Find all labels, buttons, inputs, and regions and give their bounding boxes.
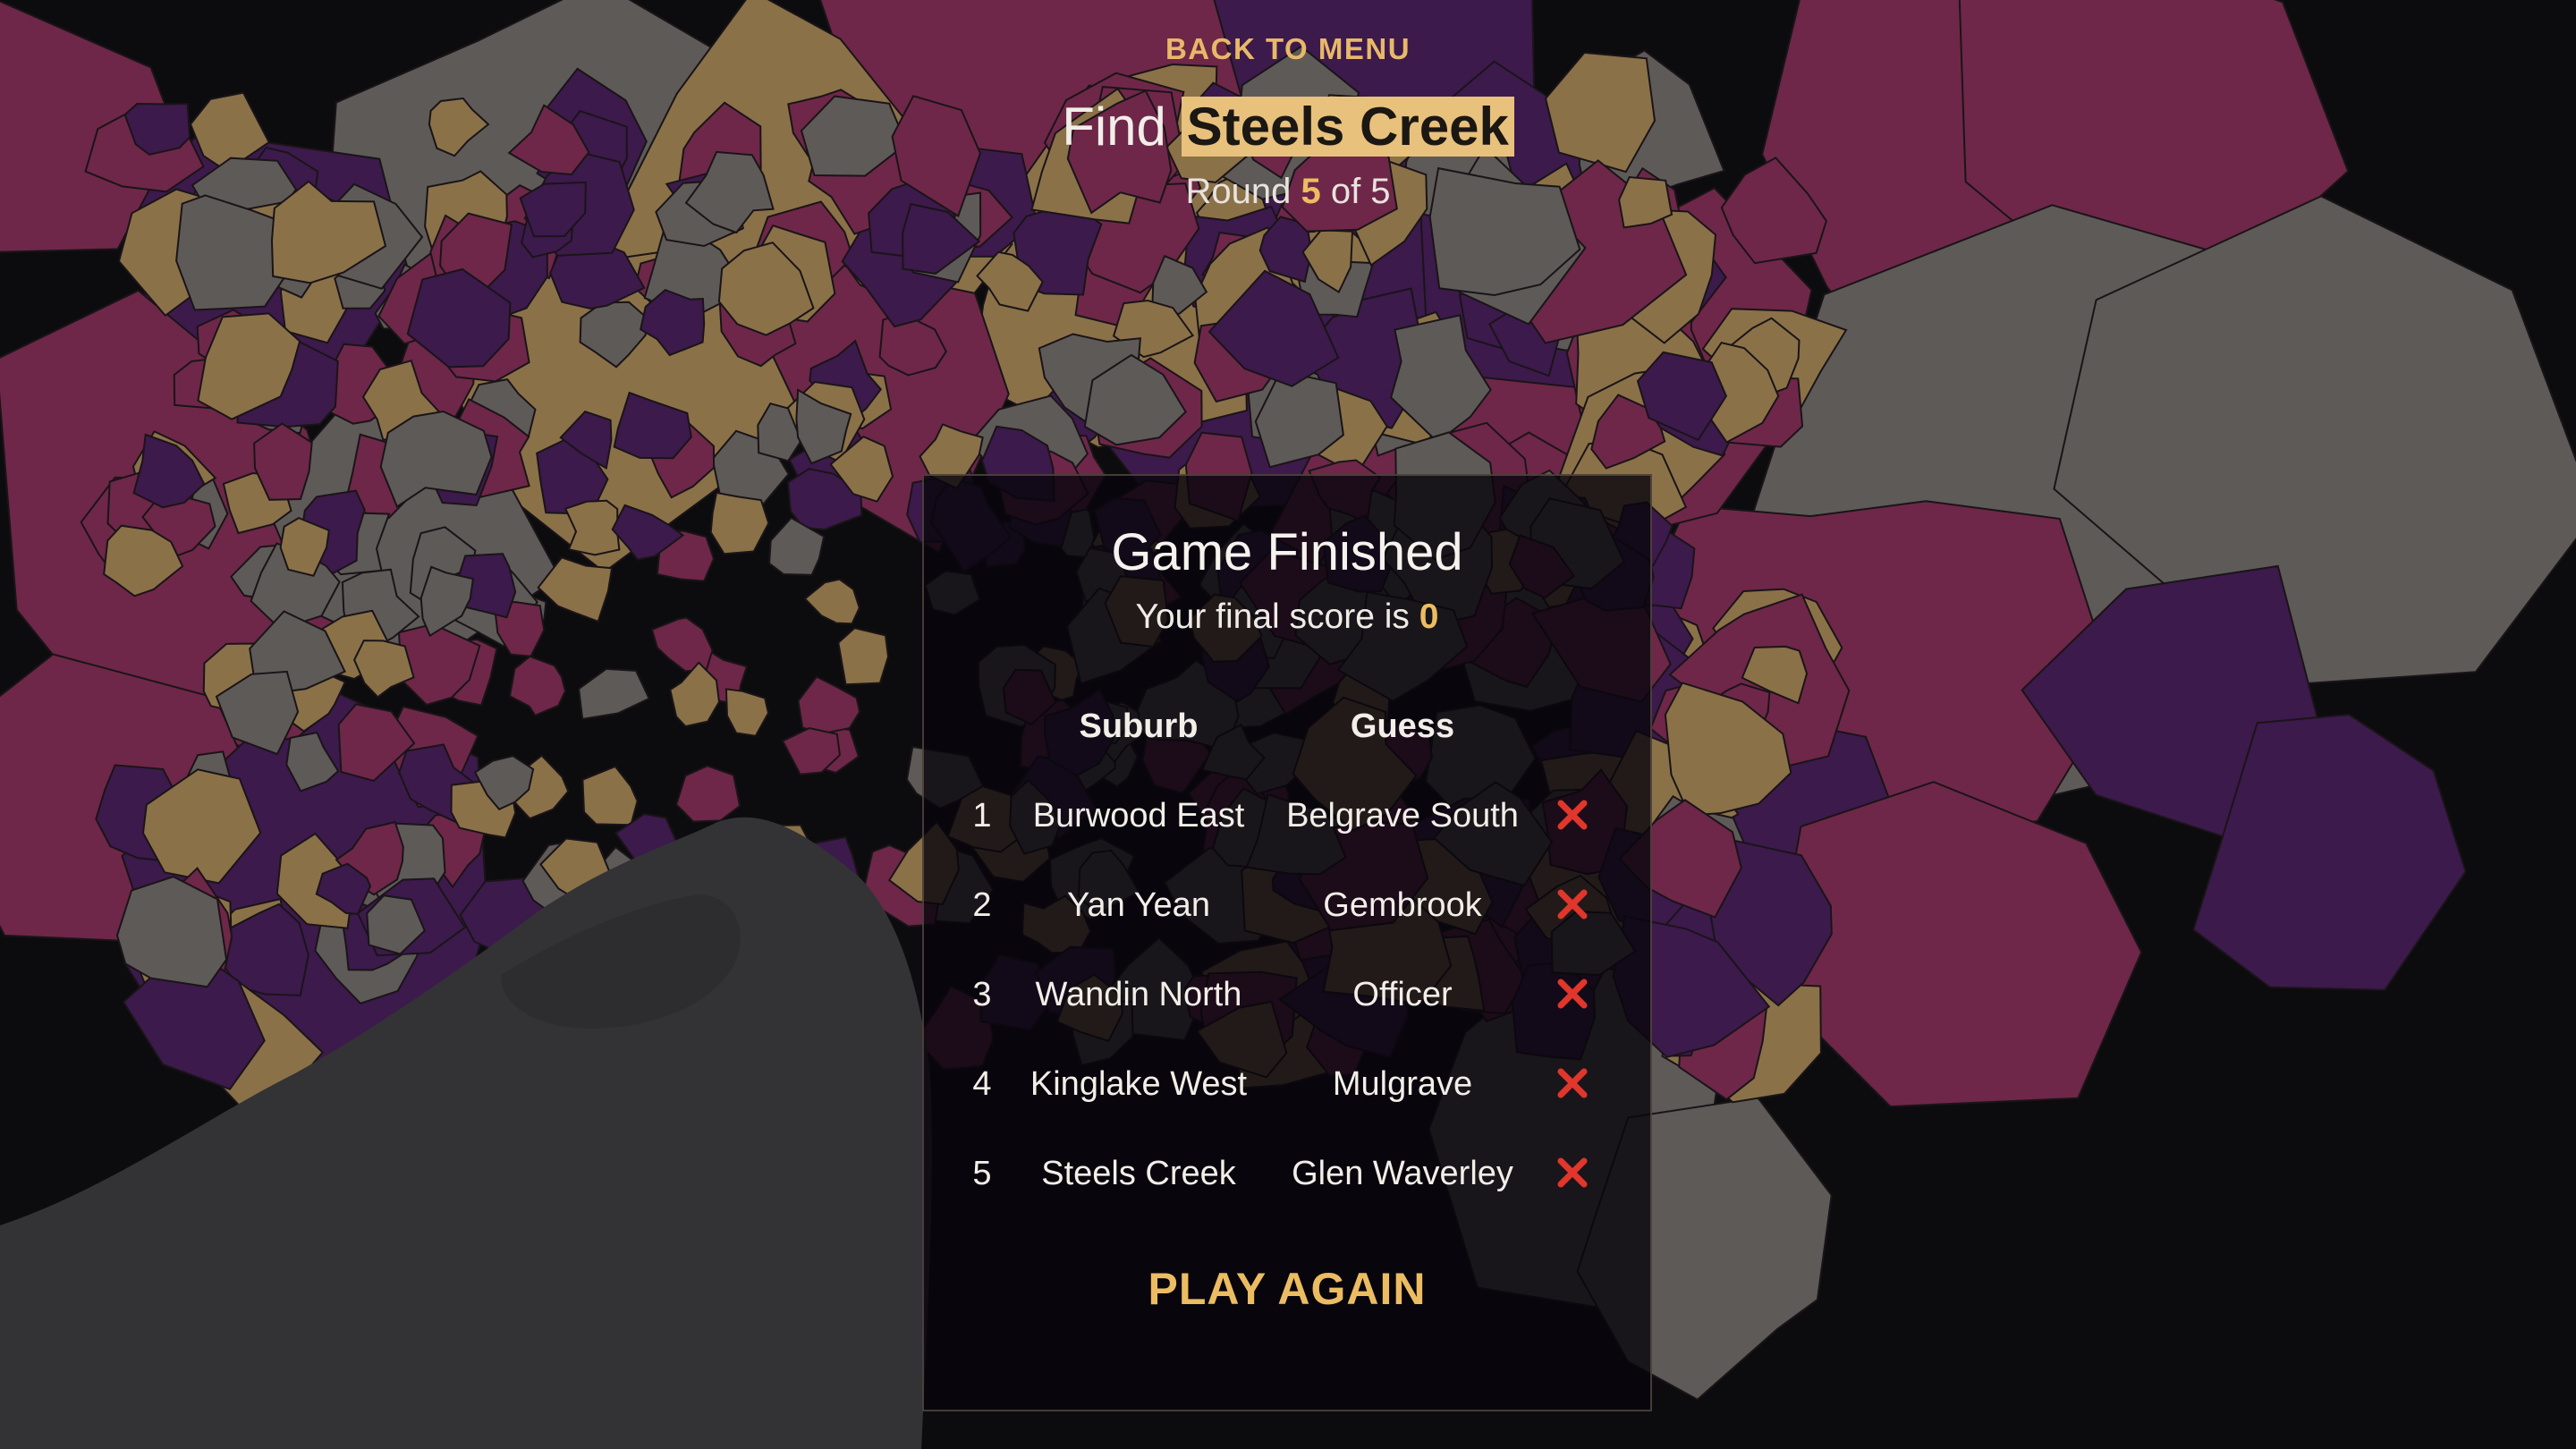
column-header-suburb: Suburb [1079, 708, 1199, 745]
game-screen: BACK TO MENU Find Steels Creek Round 5 o… [0, 0, 2576, 1449]
row-suburb: Kinglake West [1030, 1065, 1248, 1103]
round-total: of 5 [1330, 172, 1391, 211]
back-to-menu-link[interactable]: BACK TO MENU [0, 32, 2576, 66]
cross-icon [1532, 1039, 1613, 1129]
row-guess: Officer [1352, 976, 1453, 1013]
column-header-guess: Guess [1350, 708, 1455, 745]
cross-icon [1532, 950, 1613, 1039]
row-number: 5 [972, 1155, 992, 1192]
table-row: 1 Burwood East Belgrave South [924, 771, 1650, 860]
find-prefix: Find [1062, 97, 1166, 157]
cross-icon [1532, 771, 1613, 860]
play-again-button[interactable]: PLAY AGAIN [924, 1263, 1650, 1315]
round-current: 5 [1301, 172, 1321, 211]
results-header-row: Suburb Guess [924, 682, 1650, 771]
final-score: Your final score is 0 [924, 597, 1650, 637]
row-suburb: Steels Creek [1041, 1155, 1236, 1192]
suburb-region [564, 499, 621, 556]
suburb-region [837, 627, 890, 686]
row-suburb: Wandin North [1035, 976, 1242, 1013]
cross-icon [1532, 1129, 1613, 1218]
table-row: 4 Kinglake West Mulgrave [924, 1039, 1650, 1129]
row-suburb: Yan Yean [1067, 886, 1210, 924]
row-guess: Glen Waverley [1292, 1155, 1513, 1192]
row-guess: Belgrave South [1286, 797, 1519, 835]
row-guess: Mulgrave [1332, 1065, 1473, 1103]
row-number: 1 [972, 797, 992, 835]
round-prefix: Round [1185, 172, 1292, 211]
row-guess: Gembrook [1323, 886, 1482, 924]
dialog-title: Game Finished [1111, 523, 1463, 581]
score-value: 0 [1419, 597, 1439, 636]
score-prefix: Your final score is [1135, 597, 1410, 636]
game-finished-dialog: Game Finished Your final score is 0 Subu… [922, 474, 1652, 1411]
table-row: 2 Yan Yean Gembrook [924, 860, 1650, 950]
results-rows: 1 Burwood East Belgrave South 2 Yan Yean Gemb… [924, 771, 1650, 1218]
find-prompt: Find Steels Creek [0, 93, 2576, 161]
cross-icon [1532, 860, 1613, 950]
target-suburb: Steels Creek [1181, 97, 1514, 157]
row-suburb: Burwood East [1032, 797, 1245, 835]
row-number: 4 [972, 1065, 992, 1103]
table-row: 3 Wandin North Officer [924, 950, 1650, 1039]
results-table: Suburb Guess 1 Burwood East Belgrave South… [924, 682, 1650, 1218]
row-number: 2 [972, 886, 992, 924]
row-number: 3 [972, 976, 992, 1013]
round-indicator: Round 5 of 5 [0, 172, 2576, 212]
table-row: 5 Steels Creek Glen Waverley [924, 1129, 1650, 1218]
